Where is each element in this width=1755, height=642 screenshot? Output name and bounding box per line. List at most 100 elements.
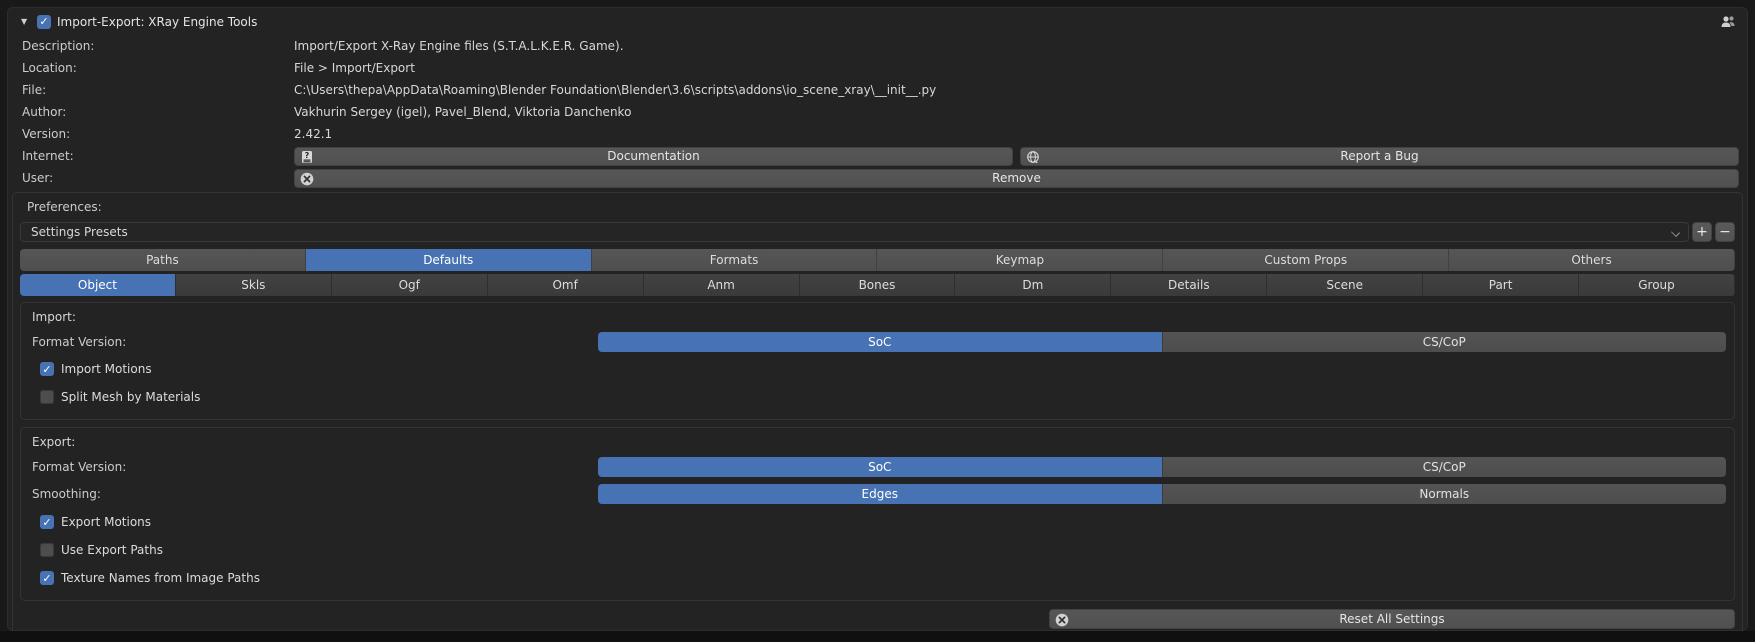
checkmark-icon: ✓	[42, 573, 51, 584]
description-row: Description: Import/Export X-Ray Engine …	[8, 35, 1747, 57]
report-a-bug-button-label: Report a Bug	[1340, 149, 1418, 163]
tab-scene[interactable]: Scene	[1267, 274, 1423, 296]
main-tab-row: Paths Defaults Formats Keymap Custom Pro…	[20, 249, 1735, 271]
globe-url-icon	[1026, 150, 1040, 164]
community-support-icon	[1720, 14, 1736, 30]
import-format-soc-option[interactable]: SoC	[598, 332, 1163, 352]
author-value: Vakhurin Sergey (igel), Pavel_Blend, Vik…	[294, 105, 631, 119]
import-format-version-row: Format Version: SoC CS/CoP	[31, 329, 1726, 355]
documentation-button-label: Documentation	[607, 149, 700, 163]
checkmark-icon: ✓	[39, 16, 48, 27]
import-motions-label: Import Motions	[61, 362, 152, 376]
user-label: User:	[22, 171, 294, 185]
remove-preset-button[interactable]: −	[1715, 222, 1735, 242]
file-label: File:	[22, 83, 294, 97]
addon-panel: ▼ ✓ Import-Export: XRay Engine Tools Des…	[7, 7, 1748, 631]
tab-part[interactable]: Part	[1423, 274, 1579, 296]
settings-presets-dropdown[interactable]: Settings Presets	[20, 222, 1689, 242]
remove-addon-button[interactable]: Remove	[294, 169, 1739, 188]
split-mesh-row: Split Mesh by Materials	[31, 383, 1726, 411]
use-export-paths-row: Use Export Paths	[31, 536, 1726, 564]
format-tab-row: Object Skls Ogf Omf Anm Bones Dm Details…	[20, 274, 1735, 296]
reset-all-settings-label: Reset All Settings	[1339, 612, 1444, 626]
help-manual-icon: ?	[300, 150, 314, 164]
tab-ogf[interactable]: Ogf	[332, 274, 488, 296]
tab-skls[interactable]: Skls	[176, 274, 332, 296]
tab-dm[interactable]: Dm	[955, 274, 1111, 296]
smoothing-normals-option[interactable]: Normals	[1163, 484, 1727, 504]
status-bar-edge	[0, 631, 1755, 642]
version-value: 2.42.1	[294, 127, 332, 141]
export-format-version-label: Format Version:	[31, 460, 598, 474]
location-value: File > Import/Export	[294, 61, 415, 75]
tab-paths[interactable]: Paths	[20, 249, 306, 271]
preferences-label: Preferences:	[27, 200, 102, 214]
tab-defaults[interactable]: Defaults	[306, 249, 592, 271]
smoothing-edges-option[interactable]: Edges	[598, 484, 1163, 504]
tab-bones[interactable]: Bones	[800, 274, 956, 296]
settings-presets-value: Settings Presets	[31, 225, 128, 239]
description-label: Description:	[22, 39, 294, 53]
expand-triangle-icon[interactable]: ▼	[21, 17, 37, 26]
export-motions-row: ✓ Export Motions	[31, 508, 1726, 536]
export-format-soc-option[interactable]: SoC	[598, 457, 1163, 477]
addon-header: ▼ ✓ Import-Export: XRay Engine Tools	[8, 8, 1747, 35]
checkmark-icon: ✓	[42, 364, 51, 375]
smoothing-row: Smoothing: Edges Normals	[31, 480, 1726, 508]
import-format-version-label: Format Version:	[31, 335, 598, 349]
use-export-paths-checkbox[interactable]	[40, 543, 54, 557]
author-label: Author:	[22, 105, 294, 119]
texture-names-row: ✓ Texture Names from Image Paths	[31, 564, 1726, 592]
author-row: Author: Vakhurin Sergey (igel), Pavel_Bl…	[8, 101, 1747, 123]
export-section-label: Export:	[32, 435, 75, 449]
export-format-version-row: Format Version: SoC CS/CoP	[31, 454, 1726, 480]
split-mesh-label: Split Mesh by Materials	[61, 390, 200, 404]
addon-title: Import-Export: XRay Engine Tools	[57, 15, 257, 29]
reset-all-settings-button[interactable]: Reset All Settings	[1049, 609, 1735, 629]
smoothing-toggle: Edges Normals	[598, 484, 1726, 504]
import-format-version-toggle: SoC CS/CoP	[598, 332, 1726, 352]
cancel-x-icon	[300, 172, 314, 186]
texture-names-checkbox[interactable]: ✓	[40, 571, 54, 585]
remove-button-label: Remove	[992, 171, 1041, 185]
location-label: Location:	[22, 61, 294, 75]
addon-enable-checkbox[interactable]: ✓	[37, 15, 51, 29]
tab-omf[interactable]: Omf	[488, 274, 644, 296]
svg-text:?: ?	[305, 151, 310, 160]
tab-details[interactable]: Details	[1111, 274, 1267, 296]
tab-object[interactable]: Object	[20, 274, 176, 296]
import-motions-row: ✓ Import Motions	[31, 355, 1726, 383]
import-format-cscop-option[interactable]: CS/CoP	[1163, 332, 1727, 352]
smoothing-label: Smoothing:	[31, 487, 598, 501]
tab-anm[interactable]: Anm	[644, 274, 800, 296]
location-row: Location: File > Import/Export	[8, 57, 1747, 79]
internet-label: Internet:	[22, 149, 294, 163]
export-box: Export: Format Version: SoC CS/CoP Smoot…	[20, 427, 1735, 601]
tab-formats[interactable]: Formats	[592, 249, 878, 271]
user-row: User: Remove	[8, 167, 1747, 189]
chevron-down-icon	[1671, 228, 1680, 237]
add-preset-button[interactable]: +	[1692, 222, 1712, 242]
import-motions-checkbox[interactable]: ✓	[40, 362, 54, 376]
file-row: File: C:\Users\thepa\AppData\Roaming\Ble…	[8, 79, 1747, 101]
description-value: Import/Export X-Ray Engine files (S.T.A.…	[294, 39, 624, 53]
documentation-button[interactable]: ? Documentation	[294, 147, 1013, 166]
report-a-bug-button[interactable]: Report a Bug	[1020, 147, 1739, 166]
preferences-box: Preferences: Settings Presets + − Paths …	[12, 192, 1743, 639]
tab-custom-props[interactable]: Custom Props	[1163, 249, 1449, 271]
export-format-cscop-option[interactable]: CS/CoP	[1163, 457, 1727, 477]
texture-names-label: Texture Names from Image Paths	[61, 571, 260, 585]
checkmark-icon: ✓	[42, 517, 51, 528]
file-path-value: C:\Users\thepa\AppData\Roaming\Blender F…	[294, 83, 936, 97]
export-motions-label: Export Motions	[61, 515, 151, 529]
tab-keymap[interactable]: Keymap	[877, 249, 1163, 271]
import-box: Import: Format Version: SoC CS/CoP ✓ Imp…	[20, 302, 1735, 420]
export-format-version-toggle: SoC CS/CoP	[598, 457, 1726, 477]
import-section-label: Import:	[32, 310, 76, 324]
tab-others[interactable]: Others	[1449, 249, 1735, 271]
use-export-paths-label: Use Export Paths	[61, 543, 163, 557]
export-motions-checkbox[interactable]: ✓	[40, 515, 54, 529]
split-mesh-checkbox[interactable]	[40, 390, 54, 404]
version-row: Version: 2.42.1	[8, 123, 1747, 145]
tab-group[interactable]: Group	[1579, 274, 1735, 296]
